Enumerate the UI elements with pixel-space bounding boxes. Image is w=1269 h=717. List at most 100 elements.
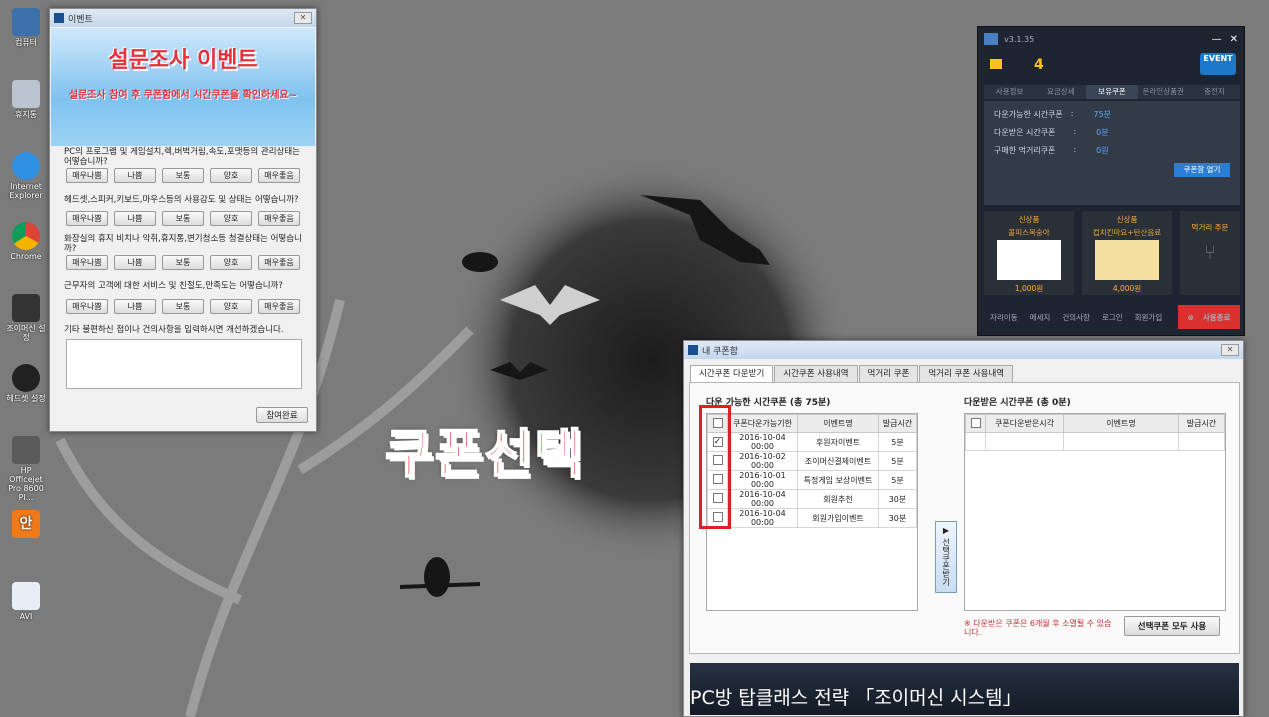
answer-very-good-button[interactable]: 매우좋음 — [258, 255, 300, 270]
survey-answer-group-3: 매우나쁨 나쁨 보통 양호 매우좋음 — [66, 255, 300, 270]
move-seat-link[interactable]: 자리이동 — [990, 312, 1018, 323]
receive-selected-coupon-button[interactable]: ▶ 선택쿠폰받기 — [935, 521, 957, 593]
survey-question-1: PC의 프로그램 및 게임설치,렉,버벅거림,속도,포맷등의 관리상태는 어떻습… — [64, 147, 300, 167]
seat-number: 4 — [1034, 57, 1044, 73]
tab-food-coupon-history[interactable]: 먹거리 쿠폰 사용내역 — [919, 365, 1014, 382]
arrow-right-icon: ▶ — [942, 526, 950, 535]
desktop-icon-internet-explorer[interactable]: Internet Explorer — [4, 152, 48, 200]
recycle-bin-icon — [12, 80, 40, 108]
survey-window-title: 이벤트 — [68, 14, 93, 25]
close-icon[interactable]: ✕ — [1221, 344, 1239, 356]
food-order-card[interactable]: 먹거리 주문 ⑂ — [1180, 211, 1240, 295]
select-all-checkbox[interactable] — [970, 417, 981, 428]
info-row: 다운받은 시간쿠폰:0분 — [994, 127, 1109, 137]
answer-bad-button[interactable]: 나쁨 — [114, 168, 156, 183]
answer-very-bad-button[interactable]: 매우나쁨 — [66, 299, 108, 314]
table-row[interactable]: ✓ 2016-10-04 00:00 후원자이벤트 5분 — [707, 432, 917, 452]
event-badge[interactable]: EVENT — [1200, 53, 1236, 75]
product-card[interactable]: 신상품 콜피스복숭아 1,000원 — [984, 211, 1074, 295]
available-coupons-table: 쿠폰다운가능기한 이벤트명 발급시간 ✓ 2016-10-04 00:00 후원… — [707, 414, 917, 528]
app-icon — [54, 13, 64, 23]
desktop-icon-headset-settings[interactable]: 헤드셋 설정 — [4, 364, 48, 403]
survey-question-3: 화장실의 휴지 비치나 악취,휴지통,변기청소등 청결상태는 어떻습니까? — [64, 234, 302, 254]
survey-banner-subtitle: 설문조사 참여 후 쿠폰함에서 시간쿠폰을 확인하세요~ — [68, 90, 298, 101]
tab-time-coupon-download[interactable]: 시간쿠폰 다운받기 — [690, 365, 774, 382]
answer-normal-button[interactable]: 보통 — [162, 168, 204, 183]
desktop-icon-recycle-bin[interactable]: 휴지통 — [4, 80, 48, 119]
table-row[interactable]: 2016-10-04 00:00 회원추천 30분 — [707, 489, 917, 509]
answer-very-good-button[interactable]: 매우좋음 — [258, 299, 300, 314]
tab-charge[interactable]: 충전지 — [1188, 85, 1241, 99]
survey-answer-group-4: 매우나쁨 나쁨 보통 양호 매우좋음 — [66, 299, 300, 314]
table-row[interactable]: 2016-10-04 00:00 회원가입이벤트 30분 — [707, 508, 917, 528]
coupon-tab-panel: 다운 가능한 시간쿠폰 (총 75분) 쿠폰다운가능기한 이벤트명 발급시간 ✓… — [689, 382, 1240, 654]
survey-answer-group-1: 매우나쁨 나쁨 보통 양호 매우좋음 — [66, 168, 300, 183]
login-link[interactable]: 로그인 — [1102, 312, 1123, 323]
info-row: 구매한 먹거리쿠폰:0원 — [994, 145, 1109, 155]
downloaded-coupons-title: 다운받은 시간쿠폰 (총 0분) — [964, 398, 1071, 408]
headset-icon — [12, 364, 40, 392]
pcbang-tabs: 사용정보 요금상세 보유쿠폰 온라인상품권 충전지 — [984, 85, 1241, 99]
utensils-icon: ⑂ — [1204, 240, 1216, 264]
minimize-icon[interactable]: — — [1212, 34, 1222, 45]
message-link[interactable]: 메세지 — [1030, 312, 1051, 323]
survey-banner-title: 설문조사 이벤트 — [108, 48, 258, 73]
desktop-icon-avi-file[interactable]: AVI — [4, 582, 48, 621]
downloaded-coupons-table: 쿠폰다운받은시각 이벤트명 발급시간 — [965, 414, 1225, 451]
answer-normal-button[interactable]: 보통 — [162, 211, 204, 226]
answer-very-good-button[interactable]: 매우좋음 — [258, 211, 300, 226]
survey-free-text-input[interactable] — [66, 339, 302, 389]
close-icon[interactable]: ✕ — [1230, 34, 1238, 45]
desktop-icon-ahnlab[interactable]: 안 — [4, 510, 48, 540]
table-row[interactable]: 2016-10-02 00:00 조이머신결제이벤트 5분 — [707, 451, 917, 471]
tutorial-caption: 쿠폰선택 — [384, 424, 585, 486]
answer-bad-button[interactable]: 나쁨 — [114, 299, 156, 314]
answer-very-bad-button[interactable]: 매우나쁨 — [66, 255, 108, 270]
answer-good-button[interactable]: 양호 — [210, 211, 252, 226]
highlight-box — [699, 405, 731, 529]
tab-fee-detail[interactable]: 요금상세 — [1035, 85, 1087, 99]
table-row[interactable]: 2016-10-01 00:00 특정게임 보상이벤트 5분 — [707, 470, 917, 490]
column-header: 쿠폰다운가능기한 — [727, 414, 798, 433]
use-all-selected-button[interactable]: 선택쿠폰 모두 사용 — [1124, 616, 1220, 636]
column-header: 쿠폰다운받은시각 — [985, 414, 1064, 433]
tab-owned-coupons[interactable]: 보유쿠폰 — [1086, 85, 1138, 99]
survey-free-text-label: 기타 불편하신 점이나 건의사항을 입력하시면 개선하겠습니다. — [64, 325, 284, 335]
answer-very-bad-button[interactable]: 매우나쁨 — [66, 211, 108, 226]
signup-link[interactable]: 회원가입 — [1135, 312, 1163, 323]
answer-normal-button[interactable]: 보통 — [162, 255, 204, 270]
open-coupon-box-button[interactable]: 쿠폰함 열기 — [1174, 163, 1230, 177]
tab-online-giftcard[interactable]: 온라인상품권 — [1137, 85, 1189, 99]
survey-answer-group-2: 매우나쁨 나쁨 보통 양호 매우좋음 — [66, 211, 300, 226]
desktop-icon-hp-printer[interactable]: HP Officejet Pro 8600 Pl... — [4, 436, 48, 502]
close-circle-icon: ⊗ — [1187, 312, 1194, 322]
coupon-box-window: 내 쿠폰함 ✕ 시간쿠폰 다운받기 시간쿠폰 사용내역 먹거리 쿠폰 먹거리 쿠… — [683, 340, 1244, 717]
product-card[interactable]: 신상품 컵치킨마요+탄산음료 4,000원 — [1082, 211, 1172, 295]
answer-good-button[interactable]: 양호 — [210, 299, 252, 314]
product-image — [997, 240, 1061, 280]
answer-bad-button[interactable]: 나쁨 — [114, 211, 156, 226]
answer-bad-button[interactable]: 나쁨 — [114, 255, 156, 270]
answer-normal-button[interactable]: 보통 — [162, 299, 204, 314]
suggestion-link[interactable]: 건의사항 — [1062, 312, 1090, 323]
answer-good-button[interactable]: 양호 — [210, 168, 252, 183]
desktop-icon-computer[interactable]: 컴퓨터 — [4, 8, 48, 47]
tab-usage-info[interactable]: 사용정보 — [984, 85, 1036, 99]
video-file-icon — [12, 582, 40, 610]
desktop-icon-chrome[interactable]: Chrome — [4, 222, 48, 261]
tab-time-coupon-history[interactable]: 시간쿠폰 사용내역 — [774, 365, 858, 382]
answer-very-bad-button[interactable]: 매우나쁨 — [66, 168, 108, 183]
answer-very-good-button[interactable]: 매우좋음 — [258, 168, 300, 183]
column-header: 이벤트명 — [1063, 414, 1179, 433]
answer-good-button[interactable]: 양호 — [210, 255, 252, 270]
tab-food-coupon[interactable]: 먹거리 쿠폰 — [858, 365, 919, 382]
chrome-icon — [12, 222, 40, 250]
survey-banner: 설문조사 이벤트 설문조사 참여 후 쿠폰함에서 시간쿠폰을 확인하세요~ — [51, 28, 315, 146]
table-row — [965, 432, 1225, 451]
survey-submit-button[interactable]: 참여완료 — [256, 407, 308, 423]
available-coupons-list: 쿠폰다운가능기한 이벤트명 발급시간 ✓ 2016-10-04 00:00 후원… — [706, 413, 918, 611]
end-usage-button[interactable]: ⊗ 사용종료 — [1178, 305, 1240, 329]
desktop-icon-joymachine-settings[interactable]: 조이머신 설정 — [4, 294, 48, 342]
ahnlab-icon: 안 — [12, 510, 40, 538]
close-icon[interactable]: ✕ — [294, 12, 312, 24]
